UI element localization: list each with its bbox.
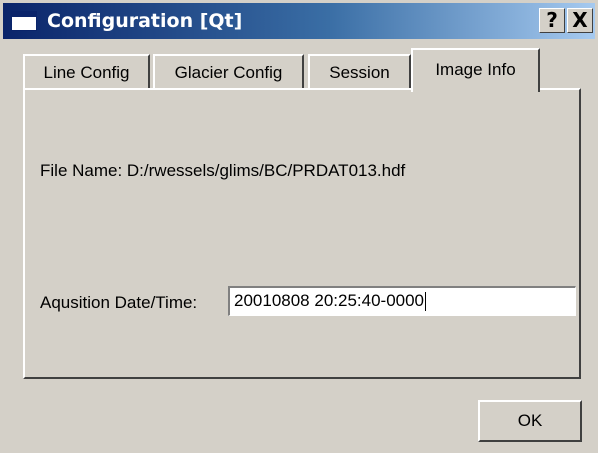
help-button[interactable]: ? — [539, 8, 565, 33]
tab-glacier-config[interactable]: Glacier Config — [153, 54, 304, 90]
ok-button[interactable]: OK — [478, 400, 582, 442]
tab-session[interactable]: Session — [308, 54, 411, 90]
tab-panel-image-info — [23, 88, 581, 379]
tab-line-config[interactable]: Line Config — [23, 54, 150, 90]
tab-image-info[interactable]: Image Info — [411, 48, 540, 92]
acquisition-date-value: 20010808 20:25:40-0000 — [234, 291, 425, 310]
title-bar: Configuration [Qt] ? X — [3, 3, 595, 39]
file-name-label: File Name: D:/rwessels/glims/BC/PRDAT013… — [40, 161, 406, 180]
acquisition-date-input[interactable]: 20010808 20:25:40-0000 — [228, 286, 576, 316]
acquisition-date-label: Aqusition Date/Time: — [40, 293, 198, 312]
text-cursor — [425, 292, 427, 312]
configuration-dialog: Configuration [Qt] ? X Line Config Glaci… — [0, 0, 598, 453]
window-icon — [11, 11, 37, 31]
window-title: Configuration [Qt] — [47, 10, 243, 32]
close-button[interactable]: X — [567, 8, 593, 33]
